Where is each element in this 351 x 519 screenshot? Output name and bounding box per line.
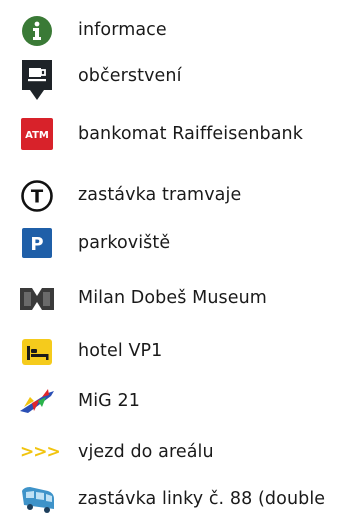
svg-text:P: P (30, 234, 43, 255)
legend-label: zastávka linky č. 88 (double (78, 489, 326, 509)
legend-item-info: informace (0, 10, 351, 50)
tram-stop-icon: T (20, 179, 54, 213)
atm-icon: ATM (20, 117, 54, 151)
legend-label: zastávka tramvaje (78, 185, 242, 205)
legend-label: hotel VP1 (78, 341, 163, 361)
legend-item-atm: ATM bankomat Raiffeisenbank (0, 114, 351, 154)
legend-item-tram-stop: T zastávka tramvaje (0, 175, 351, 215)
legend-label: občerstvení (78, 66, 182, 86)
svg-text:ATM: ATM (25, 130, 49, 141)
map-legend: informace občerstvení ATM bankomat Raiff… (0, 0, 351, 515)
legend-item-museum: Milan Dobeš Museum (0, 278, 351, 318)
hotel-bed-icon (20, 335, 54, 369)
info-icon (20, 14, 54, 48)
legend-item-refreshments: občerstvení (0, 56, 351, 100)
legend-item-bus-stop: zastávka linky č. 88 (double (0, 479, 351, 519)
legend-label: informace (78, 20, 167, 40)
bus-icon (18, 483, 58, 517)
entrance-chevrons-icon: >>> (20, 442, 61, 462)
legend-label: vjezd do areálu (78, 442, 214, 462)
legend-item-hotel: hotel VP1 (0, 331, 351, 371)
legend-item-entrance: >>> vjezd do areálu (0, 432, 351, 472)
legend-item-mig21: MiG 21 (0, 381, 351, 421)
legend-label: MiG 21 (78, 391, 140, 411)
coffee-cup-marker-icon (20, 58, 54, 100)
jet-plane-icon (18, 385, 58, 419)
legend-label: Milan Dobeš Museum (78, 288, 267, 308)
legend-item-parking: P parkoviště (0, 223, 351, 263)
museum-icon (18, 282, 56, 316)
svg-text:T: T (31, 187, 44, 208)
parking-icon: P (20, 226, 54, 260)
legend-label: parkoviště (78, 233, 171, 253)
legend-label: bankomat Raiffeisenbank (78, 124, 303, 144)
